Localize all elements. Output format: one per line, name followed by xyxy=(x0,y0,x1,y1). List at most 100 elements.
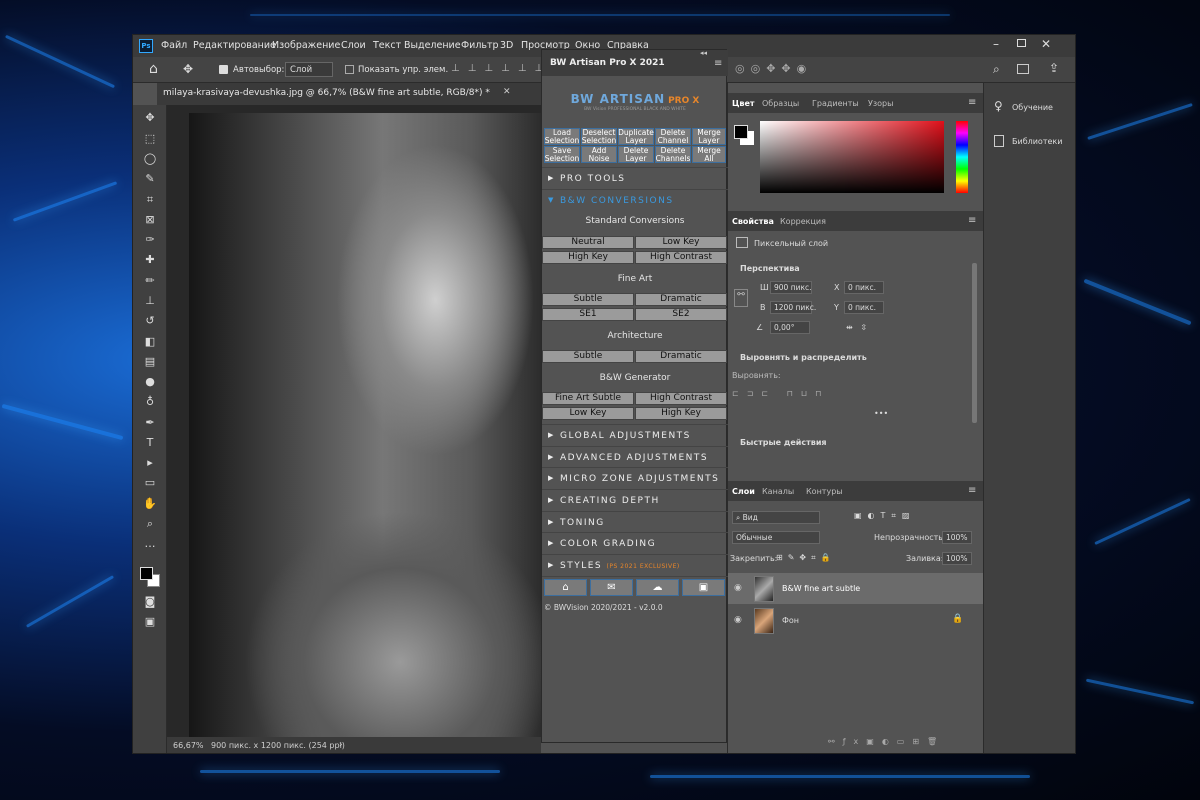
section-global-adjustments[interactable]: ▶ GLOBAL ADJUSTMENTS xyxy=(542,424,728,444)
lock-icons[interactable]: ⊞✎✥⌗🔒 xyxy=(776,553,836,563)
section-styles[interactable]: ▶ STYLES (PS 2021 EXCLUSIVE) xyxy=(542,554,728,574)
angle-field[interactable]: 0,00° xyxy=(770,321,810,334)
tab-swatches[interactable]: Образцы xyxy=(762,99,799,108)
panel-menu-icon[interactable]: ≡ xyxy=(968,215,976,226)
width-field[interactable]: 900 пикс. xyxy=(770,281,812,294)
eye-icon[interactable]: ◉ xyxy=(734,583,742,593)
zoom-icon[interactable]: ⌕ xyxy=(142,517,158,531)
height-field[interactable]: 1200 пикс. xyxy=(770,301,816,314)
home-icon[interactable]: ⌂ xyxy=(149,61,158,77)
neutral-button[interactable]: Neutral xyxy=(542,236,634,249)
high-key-button[interactable]: High Key xyxy=(542,251,634,264)
high-key-gen-button[interactable]: High Key xyxy=(635,407,727,420)
quick-actions-header[interactable]: Быстрые действия xyxy=(740,438,827,447)
quick-select-icon[interactable]: ✎ xyxy=(142,172,158,186)
add-noise-button[interactable]: Add Noise xyxy=(581,146,617,163)
path-select-icon[interactable]: ▸ xyxy=(142,456,158,470)
autoselect-checkbox[interactable] xyxy=(219,65,228,74)
search-icon[interactable]: ⌕ xyxy=(993,62,1000,77)
panel-menu-icon[interactable]: ≡ xyxy=(968,97,976,108)
se1-button[interactable]: SE1 xyxy=(542,308,634,321)
save-selection-button[interactable]: Save Selection xyxy=(544,146,580,163)
layer-actions-icons[interactable]: ⚯ƒx▣◐▭⊞🗑 xyxy=(828,737,945,746)
x-field[interactable]: 0 пикс. xyxy=(844,281,884,294)
brush-icon[interactable]: ✏ xyxy=(142,274,158,288)
layer-row[interactable]: ◉ Фон 🔒 xyxy=(728,605,984,636)
filter-icons[interactable]: ▣◐T⌗▨ xyxy=(854,511,916,521)
type-icon[interactable]: T xyxy=(142,436,158,450)
fine-art-subtle-button[interactable]: Subtle xyxy=(542,293,634,306)
document-tab[interactable]: milaya-krasivaya-devushka.jpg @ 66,7% (B… xyxy=(157,83,541,105)
canvas-area[interactable] xyxy=(167,105,541,737)
tab-patterns[interactable]: Узоры xyxy=(868,99,893,108)
show-controls-checkbox[interactable] xyxy=(345,65,354,74)
low-key-gen-button[interactable]: Low Key xyxy=(542,407,634,420)
foreground-color-swatch[interactable] xyxy=(140,567,153,580)
load-selection-button[interactable]: Load Selection xyxy=(544,128,580,145)
perspective-header[interactable]: Перспектива xyxy=(740,264,800,273)
close-tab-icon[interactable]: ✕ xyxy=(503,87,511,97)
menu-layers[interactable]: Слои xyxy=(341,40,366,51)
color-picker-field[interactable] xyxy=(760,121,944,193)
eraser-icon[interactable]: ◧ xyxy=(142,335,158,349)
3d-mode-icons[interactable]: ◎◎✥✥◉ xyxy=(735,62,812,75)
mail-icon[interactable]: ✉ xyxy=(590,579,633,596)
high-contrast-button[interactable]: High Contrast xyxy=(635,251,727,264)
rectangle-icon[interactable]: ▭ xyxy=(142,476,158,490)
architecture-dramatic-button[interactable]: Dramatic xyxy=(635,350,727,363)
home-icon[interactable]: ⌂ xyxy=(544,579,587,596)
more-tools-icon[interactable]: … xyxy=(142,537,158,551)
maximize-icon[interactable] xyxy=(1017,39,1026,47)
crop-icon[interactable]: ⌗ xyxy=(142,193,158,207)
menu-edit[interactable]: Редактирование xyxy=(193,40,276,51)
high-contrast-gen-button[interactable]: High Contrast xyxy=(635,392,727,405)
align-buttons-icon[interactable]: ⊏⊐⊏ ⊓⊔⊓ xyxy=(732,389,829,398)
fill-field[interactable]: 100% xyxy=(942,552,972,565)
zoom-level[interactable]: 66,67% xyxy=(173,741,204,750)
section-pro-tools[interactable]: ▶ PRO TOOLS xyxy=(542,167,728,187)
pen-icon[interactable]: ✒ xyxy=(142,416,158,430)
merge-all-button[interactable]: Merge All xyxy=(692,146,726,163)
menu-image[interactable]: Изображение xyxy=(272,40,340,51)
panel-menu-icon[interactable]: ≡ xyxy=(714,58,722,69)
fine-art-subtle-gen-button[interactable]: Fine Art Subtle xyxy=(542,392,634,405)
collapse-icon[interactable]: ◂◂ xyxy=(700,49,707,57)
blend-mode-dropdown[interactable]: Обычные xyxy=(732,531,820,544)
close-icon[interactable]: ✕ xyxy=(1041,37,1051,51)
delete-layer-button[interactable]: Delete Layer xyxy=(618,146,654,163)
screen-mode-icon[interactable]: ▣ xyxy=(142,615,158,629)
section-toning[interactable]: ▶ TONING xyxy=(542,511,728,531)
merge-layer-button[interactable]: Merge Layer xyxy=(692,128,726,145)
deselect-selection-button[interactable]: Deselect Selection xyxy=(581,128,617,145)
video-library-icon[interactable]: ▣ xyxy=(682,579,725,596)
tab-paths[interactable]: Контуры xyxy=(806,487,843,496)
workspace-icon[interactable] xyxy=(1017,64,1029,74)
section-micro-zone[interactable]: ▶ MICRO ZONE ADJUSTMENTS xyxy=(542,467,728,487)
tab-gradients[interactable]: Градиенты xyxy=(812,99,859,108)
duplicate-layer-button[interactable]: Duplicate Layer xyxy=(618,128,654,145)
scrollbar[interactable] xyxy=(972,263,977,423)
link-icon[interactable]: ⚯ xyxy=(734,289,748,307)
healing-icon[interactable]: ✚ xyxy=(142,253,158,267)
quick-mask-icon[interactable]: ◙ xyxy=(142,595,158,609)
fg-swatch[interactable] xyxy=(734,125,748,139)
marquee-icon[interactable]: ⬚ xyxy=(142,132,158,146)
fine-art-dramatic-button[interactable]: Dramatic xyxy=(635,293,727,306)
move-tool-icon[interactable]: ✥ xyxy=(183,62,193,76)
panel-menu-icon[interactable]: ≡ xyxy=(968,485,976,496)
dodge-icon[interactable]: ♁ xyxy=(142,395,158,409)
tab-color[interactable]: Цвет xyxy=(732,99,755,108)
frame-icon[interactable]: ⊠ xyxy=(142,213,158,227)
align-header[interactable]: Выровнять и распределить xyxy=(740,353,867,362)
hand-icon[interactable]: ✋ xyxy=(142,497,158,511)
delete-channel-button[interactable]: Delete Channel xyxy=(655,128,691,145)
menu-filter[interactable]: Фильтр xyxy=(461,40,499,51)
se2-button[interactable]: SE2 xyxy=(635,308,727,321)
learn-panel-button[interactable]: Обучение xyxy=(1012,103,1053,112)
tab-channels[interactable]: Каналы xyxy=(762,487,794,496)
section-bw-conversions[interactable]: ▼ B&W CONVERSIONS xyxy=(542,189,728,209)
menu-type[interactable]: Текст xyxy=(373,40,401,51)
eye-icon[interactable]: ◉ xyxy=(734,615,742,625)
flip-icons[interactable]: ⇹ ⇳ xyxy=(846,323,867,332)
low-key-button[interactable]: Low Key xyxy=(635,236,727,249)
